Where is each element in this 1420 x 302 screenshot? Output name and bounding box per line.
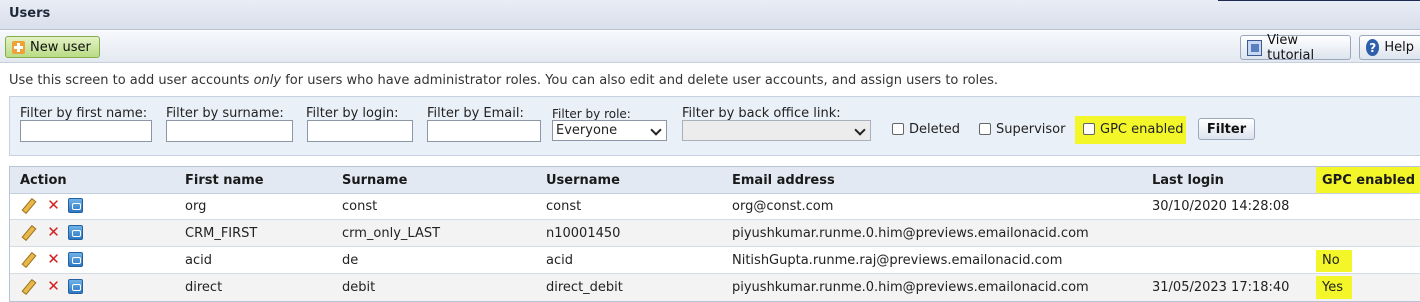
cell-last-login: 30/10/2020 14:28:08 [1152,199,1290,214]
help-label: Help [1384,40,1414,55]
view-tutorial-button[interactable]: View tutorial [1240,32,1351,63]
cell-username: acid [546,253,573,268]
login-as-icon[interactable] [68,252,83,267]
cell-surname: const [342,199,378,214]
filter-panel: Filter by first name: Filter by surname:… [9,96,1420,156]
page-title: Users [9,6,51,21]
cell-first-name: org [185,199,207,214]
chevron-down-icon [650,124,662,136]
surname-filter-label: Filter by surname: [166,106,284,121]
backoffice-filter-select[interactable] [682,120,871,141]
role-filter-select[interactable]: Everyone [552,120,667,141]
login-as-icon[interactable] [68,279,83,294]
column-header-username[interactable]: Username [546,173,620,188]
chevron-down-icon [854,124,866,136]
surname-filter-input[interactable] [166,120,293,142]
titlebar-accent-line [1218,0,1420,1]
cell-surname: de [342,253,359,268]
column-header-action[interactable]: Action [20,173,67,188]
cell-email: org@const.com [732,199,834,214]
supervisor-checkbox[interactable] [979,123,991,135]
new-user-button[interactable]: New user [5,36,100,58]
column-header-surname[interactable]: Surname [342,173,407,188]
cell-gpc-enabled: Yes [1322,280,1343,295]
toolbar: New user View tutorial ? Help [0,31,1420,63]
info-text-before: Use this screen to add user accounts [9,73,254,88]
first-name-filter-input[interactable] [20,120,152,142]
deleted-checkbox[interactable] [892,123,904,135]
edit-icon[interactable] [20,252,35,267]
gpc-enabled-label: GPC enabled [1100,122,1184,137]
backoffice-filter-label: Filter by back office link: [682,106,841,121]
table-header: Action First name Surname Username Email… [10,167,1420,194]
cell-last-login: 31/05/2023 17:18:40 [1152,280,1290,295]
gpc-enabled-checkbox[interactable] [1083,123,1095,135]
info-text: Use this screen to add user accounts onl… [9,73,998,88]
table-row: ✕ CRM_FIRST crm_only_LAST n10001450 piyu… [10,220,1420,247]
deleted-label: Deleted [909,122,960,137]
cell-surname: debit [342,280,376,295]
delete-icon[interactable]: ✕ [46,225,61,240]
window-titlebar: Users [0,0,1420,30]
login-as-icon[interactable] [68,225,83,240]
table-row: ✕ direct debit direct_debit piyushkumar.… [10,274,1420,301]
filter-button[interactable]: Filter [1198,118,1255,140]
column-header-gpc-enabled[interactable]: GPC enabled [1322,173,1415,188]
delete-icon[interactable]: ✕ [46,279,61,294]
first-name-filter-label: Filter by first name: [20,106,148,121]
info-text-emphasis: only [253,73,282,88]
cell-username: direct_debit [546,280,623,295]
cell-first-name: acid [185,253,212,268]
info-text-after: for users who have administrator roles. … [281,73,999,88]
delete-icon[interactable]: ✕ [46,198,61,213]
cell-email: piyushkumar.runme.0.him@previews.emailon… [732,226,1089,241]
users-table: Action First name Surname Username Email… [9,166,1420,302]
help-icon: ? [1366,39,1380,56]
cell-gpc-enabled: No [1322,253,1340,268]
cell-first-name: CRM_FIRST [185,226,258,241]
edit-icon[interactable] [20,279,35,294]
email-filter-input[interactable] [427,120,541,142]
login-filter-input[interactable] [307,120,413,142]
login-filter-label: Filter by login: [306,106,399,121]
cell-email: piyushkumar.runme.0.him@previews.emailon… [732,280,1089,295]
column-header-email[interactable]: Email address [732,173,835,188]
cell-first-name: direct [185,280,223,295]
cell-username: const [546,199,582,214]
delete-icon[interactable]: ✕ [46,252,61,267]
cell-surname: crm_only_LAST [342,226,441,241]
edit-icon[interactable] [20,225,35,240]
plus-icon [12,40,25,54]
email-filter-label: Filter by Email: [427,106,524,121]
new-user-label: New user [30,39,91,55]
view-tutorial-label: View tutorial [1267,32,1315,63]
help-button[interactable]: ? Help [1359,35,1420,60]
column-header-first-name[interactable]: First name [185,173,264,188]
film-icon [1247,39,1263,56]
login-as-icon[interactable] [68,198,83,213]
supervisor-label: Supervisor [996,122,1066,137]
role-filter-label: Filter by role: [552,107,631,121]
cell-username: n10001450 [546,226,621,241]
cell-email: NitishGupta.runme.raj@previews.emailonac… [732,253,1063,268]
column-header-last-login[interactable]: Last login [1152,173,1224,188]
role-filter-value: Everyone [556,123,618,138]
table-row: ✕ org const const org@const.com 30/10/20… [10,193,1420,220]
table-row: ✕ acid de acid NitishGupta.runme.raj@pre… [10,247,1420,274]
edit-icon[interactable] [20,198,35,213]
